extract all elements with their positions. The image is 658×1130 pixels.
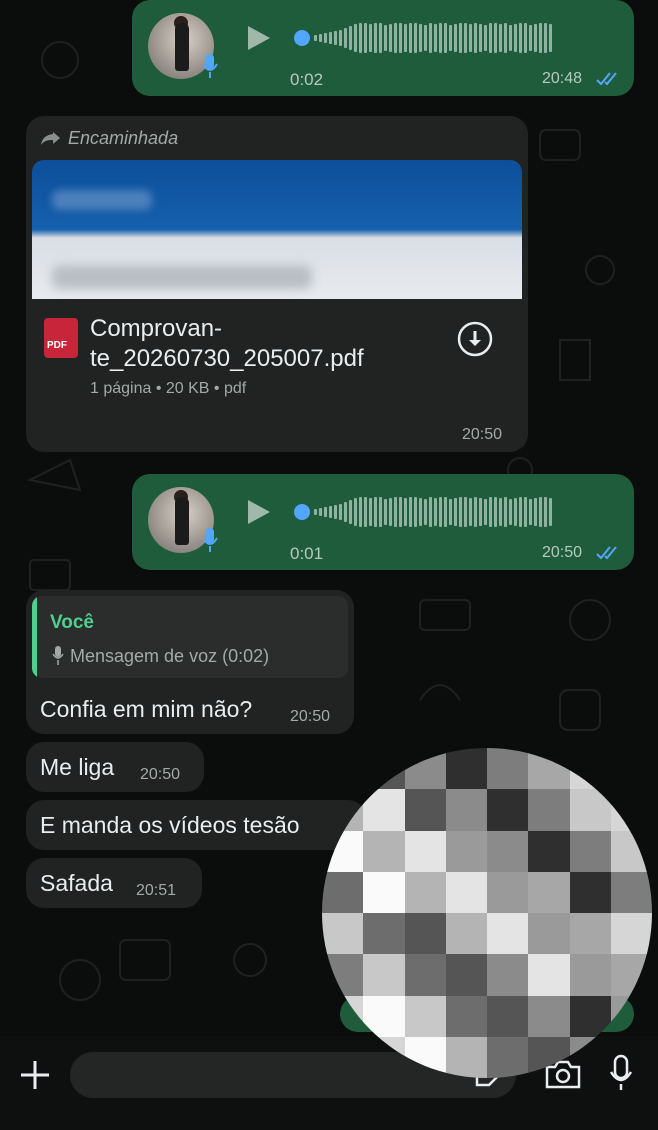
text-message-bubble[interactable]: E manda os vídeos tesão	[26, 800, 366, 850]
read-ticks-icon	[596, 546, 617, 560]
mic-icon	[202, 528, 218, 552]
message-time: 20:51	[136, 882, 177, 899]
document-preview[interactable]	[32, 160, 522, 299]
quoted-message[interactable]: Você Mensagem de voz (0:02)	[32, 596, 348, 678]
playback-position-dot[interactable]	[294, 504, 310, 520]
message-text: E manda os vídeos tesão	[40, 812, 300, 838]
mic-icon	[202, 54, 218, 78]
pixelated-video-note[interactable]	[322, 748, 652, 1078]
pdf-icon: PDF	[44, 318, 78, 358]
message-time: 20:48	[542, 70, 583, 87]
playback-position-dot[interactable]	[294, 30, 310, 46]
message-time: 20:50	[140, 766, 181, 783]
message-text: Safada	[40, 870, 113, 896]
quote-author: Você	[50, 612, 95, 633]
voice-message-bubble[interactable]: 0:02 20:48	[132, 0, 634, 96]
read-ticks-icon	[596, 72, 617, 86]
voice-waveform[interactable]	[314, 490, 552, 534]
voice-duration: 0:01	[290, 544, 324, 563]
play-icon[interactable]	[248, 500, 270, 524]
document-filename: Comprovan- te_20260730_205007.pdf	[90, 315, 364, 372]
forwarded-label: Encaminhada	[68, 128, 179, 148]
message-time: 20:50	[542, 544, 583, 561]
download-icon[interactable]	[456, 320, 494, 358]
voice-message-bubble[interactable]: 0:01 20:50	[132, 474, 634, 570]
voice-duration: 0:02	[290, 70, 324, 89]
document-message-bubble[interactable]: Encaminhada PDF Comprovan- te_20260730_2…	[26, 116, 528, 452]
mic-icon[interactable]	[608, 1054, 634, 1092]
quote-text: Mensagem de voz (0:02)	[70, 646, 270, 666]
message-text: Me liga	[40, 754, 115, 780]
reply-message-bubble[interactable]: Você Mensagem de voz (0:02) Confia em mi…	[26, 590, 354, 734]
voice-waveform[interactable]	[314, 16, 552, 60]
document-meta: 1 página • 20 KB • pdf	[90, 380, 247, 397]
play-icon[interactable]	[248, 26, 270, 50]
plus-icon[interactable]	[18, 1058, 52, 1092]
message-time: 20:50	[462, 426, 503, 443]
message-text: Confia em mim não?	[40, 696, 253, 722]
text-message-bubble[interactable]: Safada 20:51	[26, 858, 202, 908]
text-message-bubble[interactable]: Me liga 20:50	[26, 742, 204, 792]
mic-icon	[52, 646, 64, 665]
forward-icon	[41, 132, 60, 145]
message-time: 20:50	[290, 708, 331, 725]
